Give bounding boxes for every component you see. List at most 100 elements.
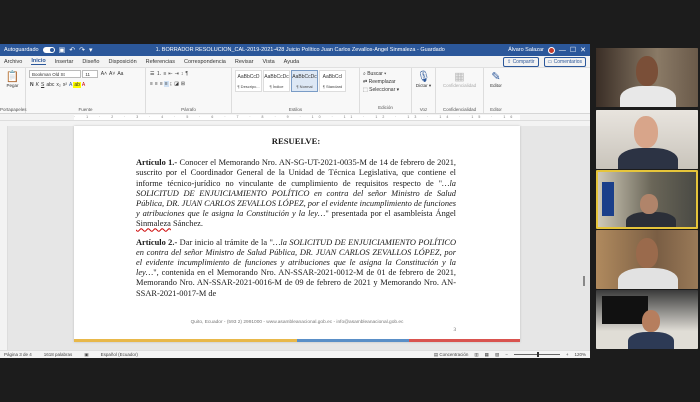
save-icon[interactable]: ▣ [59,46,66,54]
tab-inicio[interactable]: Inicio [31,58,46,65]
find-button[interactable]: ⌕ Buscar ▾ [363,70,408,78]
language-indicator[interactable]: Español (Ecuador) [101,352,138,357]
redo-icon[interactable]: ↷ [79,46,85,54]
proofing-icon[interactable]: ▣ [84,352,88,358]
person-head [636,56,658,86]
stripe-red [408,339,520,342]
vertical-scrollbar[interactable] [582,126,588,350]
autosave-toggle[interactable] [42,47,55,53]
close-icon[interactable]: ✕ [580,46,586,54]
replace-button[interactable]: ⇄ Reemplazar [363,78,408,86]
user-name[interactable]: Álvaro Salazar [508,47,544,53]
font-color-icon[interactable]: A [81,82,86,88]
comments-button[interactable]: ▭ Comentarios [543,56,586,67]
style-normal[interactable]: AaBbCcDc ¶ Normal [291,70,318,92]
article-1-label: Artículo 1.- [136,158,178,168]
participant-video-5[interactable] [596,290,698,349]
style-preview: AaBbCcD [237,74,260,80]
person-torso [618,148,678,169]
participant-video-2[interactable] [596,110,698,169]
stripe-blue [297,339,409,342]
case-icon[interactable]: Aa [116,71,124,77]
tab-vista[interactable]: Vista [263,59,275,65]
tab-insertar[interactable]: Insertar [55,59,74,65]
user-avatar[interactable] [547,46,555,54]
strikethrough-icon[interactable]: abc [45,82,55,88]
sensitivity-group: ▦ Confidencialidad Confidencialidad [436,68,484,113]
horizontal-ruler-bar: · 1 · 2 · 3 · 4 · 5 · 6 · 7 · 8 · 9 · 10… [0,114,590,121]
web-layout-icon[interactable]: ▧ [495,352,499,358]
grow-font-icon[interactable]: A˄ [100,71,108,77]
person-head [642,310,660,332]
share-button[interactable]: ⇪ Compartir [502,56,539,67]
tab-diseno[interactable]: Diseño [82,59,99,65]
shrink-font-icon[interactable]: A˅ [108,71,116,77]
participant-video-1[interactable] [596,48,698,107]
scrollbar-thumb[interactable] [583,276,585,286]
editing-group: ⌕ Buscar ▾ ⇄ Reemplazar ⬚ Seleccionar ▾ … [360,68,412,113]
pilcrow-icon[interactable]: ¶ [184,71,189,77]
font-size-select[interactable]: 11 [82,70,99,78]
replace-label: Reemplazar [368,79,396,85]
stripe-yellow [74,339,186,342]
style-indice[interactable]: AaBbCcDc ¶ Índice [263,70,290,92]
select-button[interactable]: ⬚ Seleccionar ▾ [363,86,408,94]
highlight-icon[interactable]: ab [73,82,81,88]
editor-label: Editor [490,83,502,88]
article-1-text: Conocer el Memorando Nro. AN-SG-UT-2021-… [136,158,456,188]
horizontal-ruler[interactable]: · 1 · 2 · 3 · 4 · 5 · 6 · 7 · 8 · 9 · 10… [74,115,520,120]
page-indicator[interactable]: Página 3 de 4 [4,352,32,357]
person-head [640,194,658,214]
style-name: ¶ Standard [322,84,343,89]
comments-label: Comentarios [553,58,582,65]
tab-revisar[interactable]: Revisar [235,59,254,65]
article-1: Artículo 1.- Conocer el Memorando Nro. A… [136,158,456,229]
stripe-yellow [185,339,297,342]
editing-group-label: Edición [378,105,393,110]
shared-word-window: Autoguardado ▣ ↶ ↷ ▾ 1. BORRADOR RESOLUC… [0,44,590,358]
tab-archivo[interactable]: Archivo [4,59,22,65]
document-canvas: RESUELVE: Artículo 1.- Conocer el Memora… [0,126,590,350]
spelling-flag[interactable]: Sinmaleza [136,219,171,228]
clipboard-group-label: Portapapeles [0,107,27,112]
read-mode-icon[interactable]: ▥ [474,352,478,358]
style-name: ¶ Índice [269,84,284,89]
participant-video-3-active-speaker[interactable] [596,170,698,229]
tab-ayuda[interactable]: Ayuda [284,59,300,65]
document-page[interactable]: RESUELVE: Artículo 1.- Conocer el Memora… [74,126,520,342]
zoom-out-icon[interactable]: − [505,352,508,357]
style-descripcion[interactable]: AaBbCcD ¶ Descripc... [235,70,262,92]
font-name-select[interactable]: Bookman Old St [29,70,81,78]
zoom-level[interactable]: 120% [574,352,586,357]
tab-correspondencia[interactable]: Correspondencia [184,59,226,65]
vertical-ruler[interactable] [0,126,8,350]
borders-icon[interactable]: ⊞ [180,81,186,87]
status-bar: Página 3 de 4 1618 palabras ▣ Español (E… [0,350,590,358]
paste-button[interactable]: 📋 Pegar [3,70,22,88]
article-2-text: ", contenida en el Memorando Nro. AN-SSA… [136,268,456,298]
focus-label: Concentración [439,351,469,357]
numbering-icon[interactable]: ⒈ [155,70,162,77]
tab-referencias[interactable]: Referencias [146,59,175,65]
article-2-label: Artículo 2.- [136,237,178,247]
styles-group-label: Estilos [288,107,303,112]
confidentiality-button[interactable]: ▦ Confidencialidad [439,70,480,88]
editor-button[interactable]: ✎ Editor [487,70,505,88]
dictate-button[interactable]: 🎙 Dictar ▾ [415,70,432,89]
tab-disposicion[interactable]: Disposición [109,59,137,65]
print-layout-icon[interactable]: ▦ [485,352,489,358]
undo-icon[interactable]: ↶ [69,46,75,54]
maximize-icon[interactable]: ☐ [570,46,576,54]
editor-pen-icon: ✎ [491,71,501,83]
shading-icon[interactable]: ◪ [173,81,180,87]
focus-mode-button[interactable]: ▤ Concentración [434,352,469,358]
style-name: ¶ Normal [296,84,313,89]
zoom-in-icon[interactable]: + [566,352,569,357]
zoom-slider[interactable] [513,352,560,357]
minimize-icon[interactable]: — [559,47,566,54]
ribbon: 📋 Pegar Portapapeles Bookman Old St 11 A˄… [0,68,590,114]
style-standard[interactable]: AaBbCcI ¶ Standard [319,70,346,92]
participant-video-4[interactable] [596,230,698,289]
word-count[interactable]: 1618 palabras [44,352,73,357]
customize-icon[interactable]: ▾ [89,46,93,54]
